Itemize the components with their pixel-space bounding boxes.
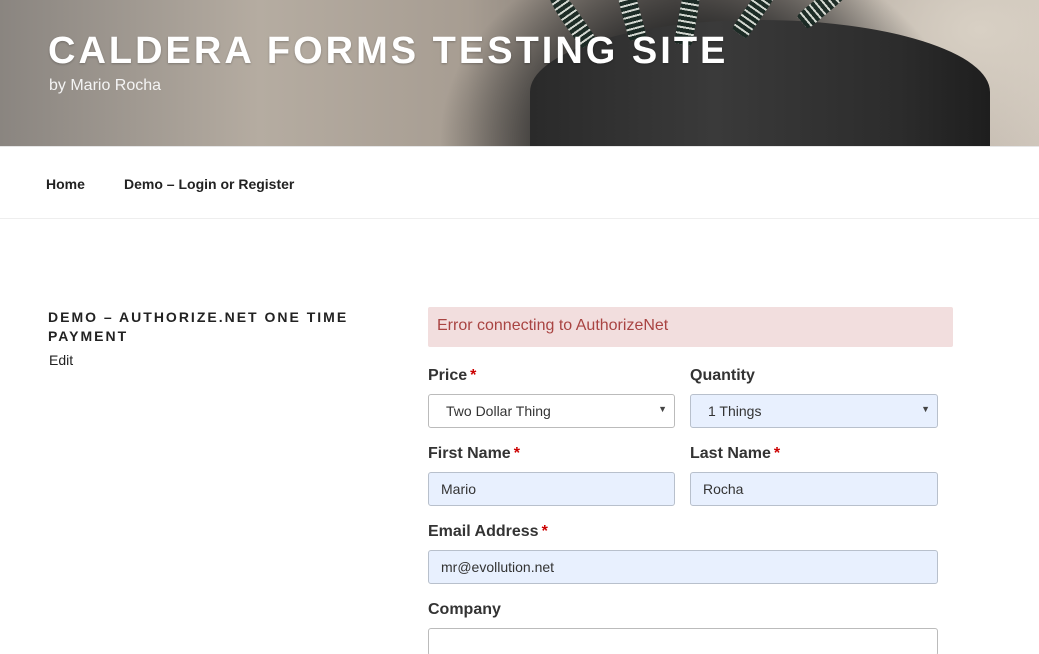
quantity-select-value: 1 Things [708, 403, 762, 419]
quantity-select[interactable]: 1 Things ▼ [690, 394, 938, 428]
company-label-text: Company [428, 601, 501, 618]
price-label: Price * [428, 367, 476, 385]
company-label: Company [428, 601, 501, 619]
site-title[interactable]: CALDERA FORMS TESTING SITE [48, 30, 728, 73]
site-header: CALDERA FORMS TESTING SITE by Mario Roch… [0, 0, 1039, 146]
quantity-label: Quantity [690, 367, 755, 385]
last-name-value: Rocha [703, 481, 744, 497]
edit-link[interactable]: Edit [49, 352, 73, 368]
nav-item-demo-login-register[interactable]: Demo – Login or Register [124, 176, 294, 192]
company-field[interactable] [428, 628, 938, 654]
required-marker: * [773, 445, 781, 462]
required-marker: * [513, 445, 520, 462]
required-marker: * [541, 523, 548, 540]
email-field[interactable]: mr@evollution.net [428, 550, 938, 584]
nav-item-home[interactable]: Home [46, 176, 85, 192]
price-select[interactable]: Two Dollar Thing ▼ [428, 394, 675, 428]
first-name-label: First Name * [428, 445, 520, 463]
price-label-text: Price [428, 367, 468, 384]
first-name-label-text: First Name [428, 445, 511, 462]
last-name-field[interactable]: Rocha [690, 472, 938, 506]
price-select-value: Two Dollar Thing [446, 403, 551, 419]
triangle-down-icon: ▼ [658, 404, 667, 414]
main-navigation: Home Demo – Login or Register [0, 146, 1039, 219]
first-name-field[interactable]: Mario [428, 472, 675, 506]
page-title: DEMO – AUTHORIZE.NET ONE TIME PAYMENT [48, 309, 349, 344]
site-tagline: by Mario Rocha [49, 77, 162, 94]
last-name-label: Last Name * [690, 445, 780, 463]
required-marker: * [470, 367, 477, 384]
error-alert: Error connecting to AuthorizeNet [428, 307, 953, 347]
triangle-down-icon: ▼ [921, 404, 930, 414]
email-label-text: Email Address [428, 523, 539, 540]
email-label: Email Address * [428, 523, 548, 541]
first-name-value: Mario [441, 481, 477, 497]
last-name-label-text: Last Name [690, 445, 771, 462]
email-value: mr@evollution.net [441, 559, 555, 575]
quantity-label-text: Quantity [690, 367, 755, 384]
